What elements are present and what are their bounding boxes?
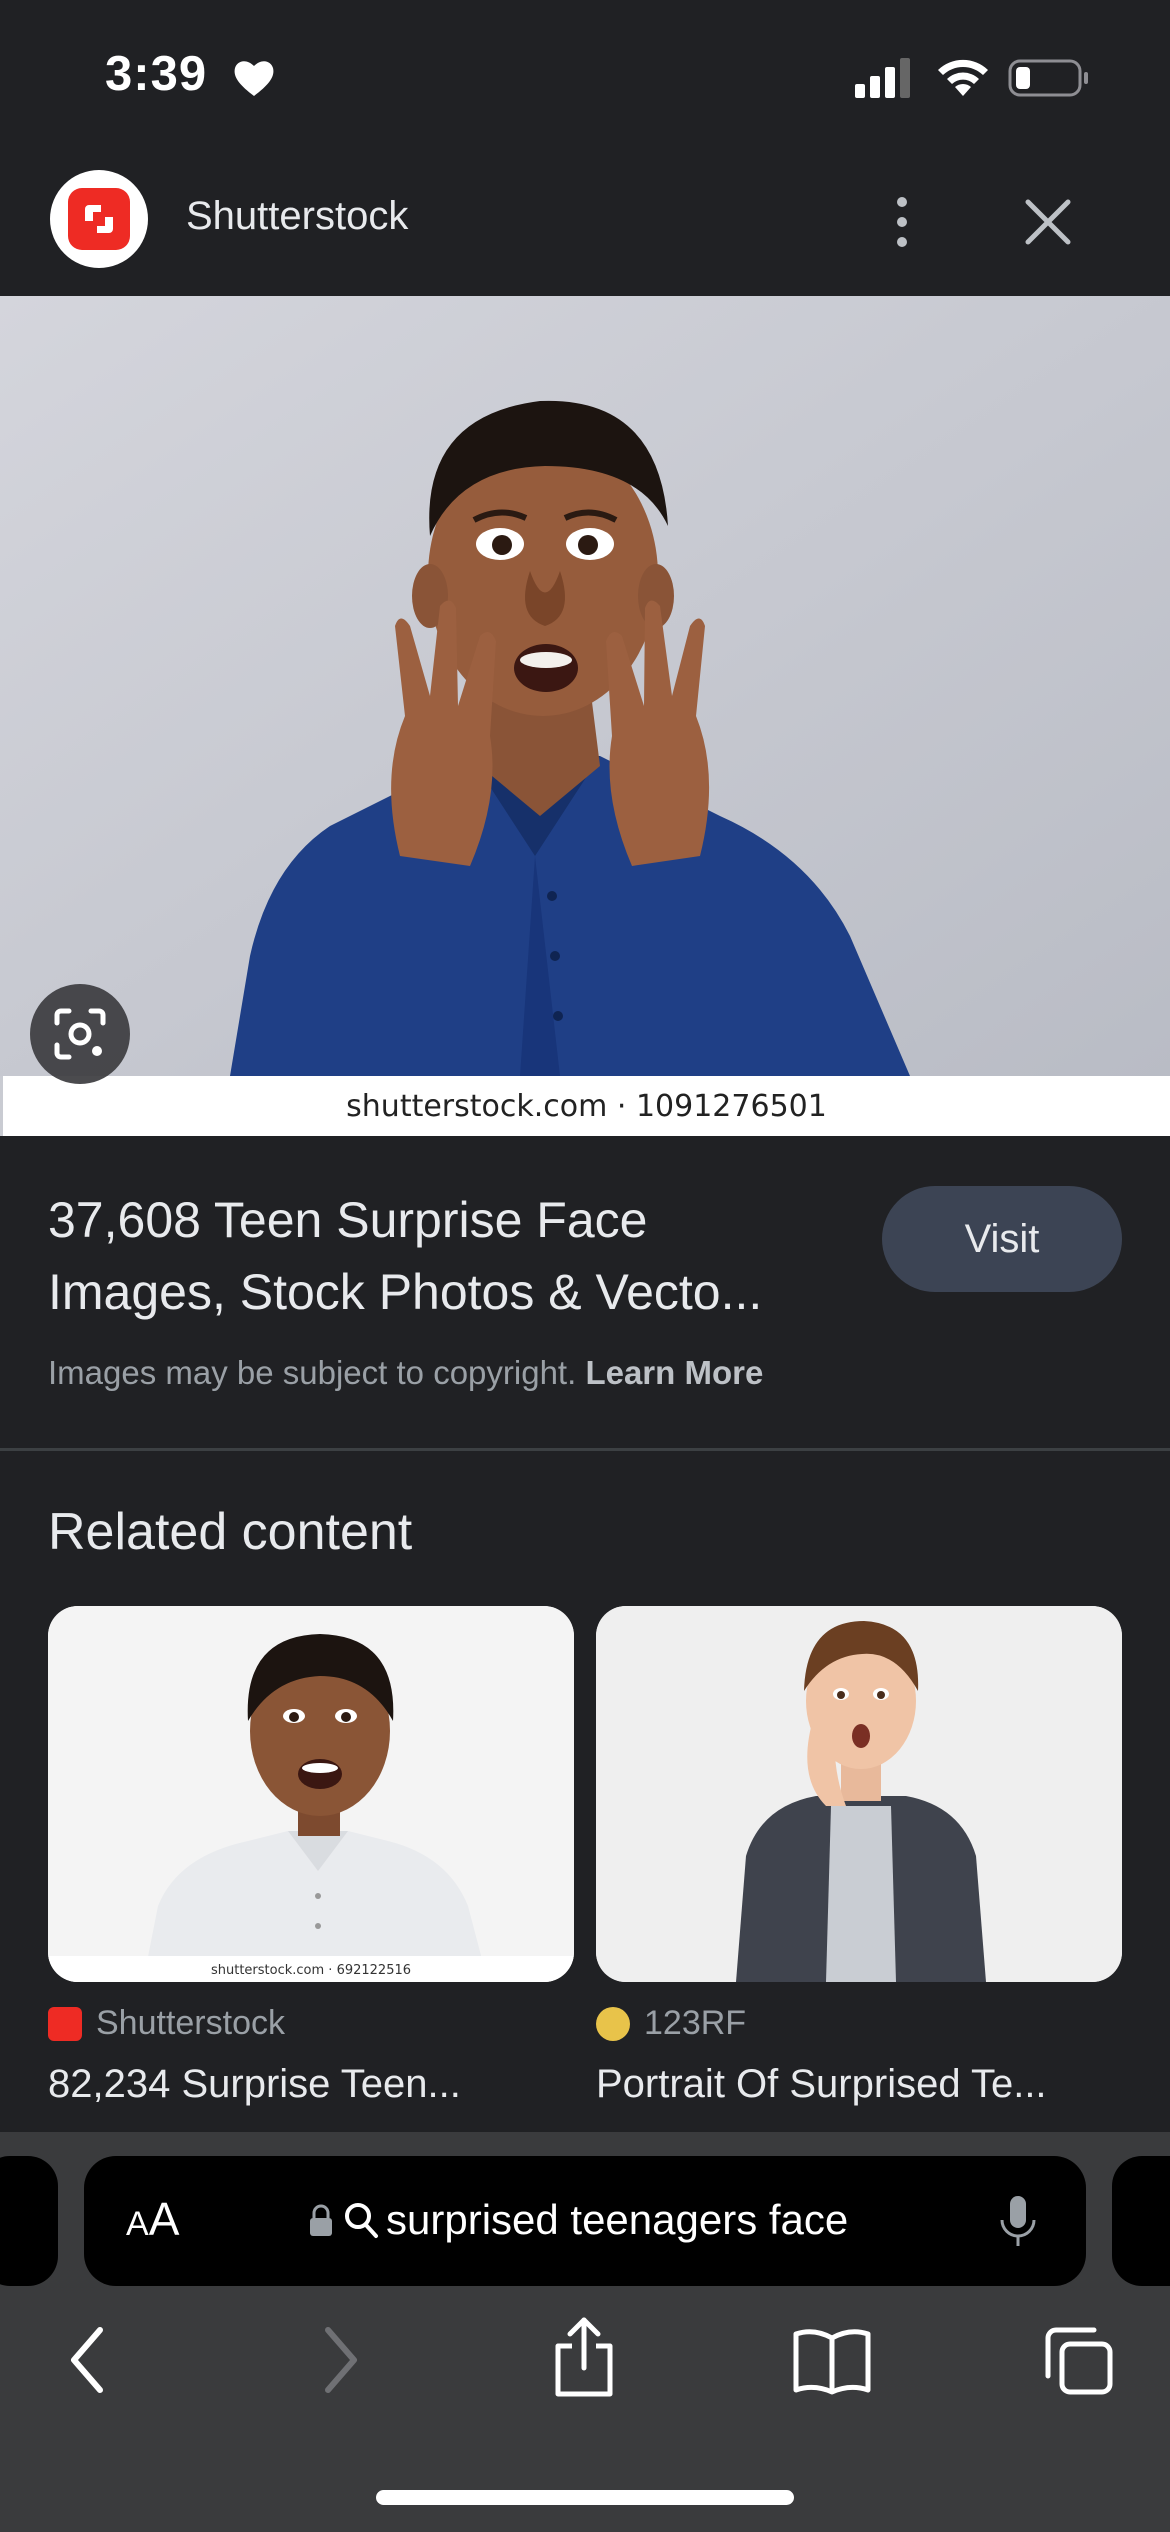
- source-name: 123RF: [644, 2004, 747, 2042]
- lock-icon: [310, 2204, 332, 2236]
- aa-big-label: A: [148, 2193, 180, 2245]
- address-bar[interactable]: AA surprised teenagers face: [84, 2156, 1086, 2286]
- heart-icon: [234, 61, 274, 96]
- watermark-text: shutterstock.com · 1091276501: [346, 1088, 827, 1124]
- 123rf-favicon: [596, 2006, 630, 2041]
- card-source: 123RF: [596, 2004, 746, 2043]
- copyright-text: Images may be subject to copyright.: [48, 1354, 577, 1391]
- shutterstock-favicon: [48, 2006, 82, 2041]
- thumb-watermark: shutterstock.com · 692122516: [211, 1963, 411, 1978]
- more-vertical-icon[interactable]: [880, 192, 924, 252]
- card-source: Shutterstock: [48, 2004, 285, 2043]
- related-thumbnail[interactable]: [596, 1606, 1122, 1982]
- related-photo-2: [596, 1606, 1122, 1982]
- related-photo-1: shutterstock.com · 692122516: [48, 1606, 574, 1982]
- card-caption[interactable]: 82,234 Surprise Teen...: [48, 2062, 574, 2107]
- previous-tab-peek[interactable]: [0, 2156, 58, 2286]
- status-time: 3:39: [105, 47, 208, 101]
- close-icon[interactable]: [1020, 194, 1076, 250]
- result-title-line-1: 37,608 Teen Surprise Face: [48, 1192, 648, 1248]
- result-title-line-2: Images, Stock Photos & Vecto...: [48, 1264, 763, 1320]
- related-card[interactable]: shutterstock.com · 692122516 Shutterstoc…: [48, 1606, 574, 2106]
- related-card[interactable]: 123RF Portrait Of Surprised Te...: [596, 1606, 1122, 2106]
- next-tab-peek[interactable]: [1112, 2156, 1170, 2286]
- learn-more-link[interactable]: Learn More: [585, 1354, 763, 1391]
- site-name[interactable]: Shutterstock: [186, 194, 408, 239]
- status-bar: 3:39: [0, 0, 1170, 150]
- battery-icon: [1008, 59, 1088, 97]
- search-icon: [345, 2203, 378, 2238]
- share-icon[interactable]: [548, 2316, 620, 2400]
- back-icon[interactable]: [62, 2320, 112, 2400]
- related-content-heading: Related content: [48, 1503, 413, 1561]
- lens-search-button[interactable]: [30, 984, 130, 1084]
- wifi-icon: [938, 59, 988, 96]
- visit-button[interactable]: Visit: [882, 1186, 1122, 1292]
- shutterstock-logo-icon[interactable]: [50, 170, 148, 268]
- bookmarks-icon[interactable]: [792, 2326, 872, 2396]
- shutterstock-mark-icon: [85, 205, 113, 233]
- url-search-text[interactable]: surprised teenagers face: [386, 2196, 848, 2244]
- card-caption[interactable]: Portrait Of Surprised Te...: [596, 2062, 1122, 2107]
- aa-small-label: A: [126, 2205, 149, 2243]
- lens-search-icon: [54, 1008, 106, 1060]
- image-watermark: shutterstock.com · 1091276501: [3, 1076, 1170, 1136]
- forward-icon[interactable]: [316, 2320, 366, 2400]
- home-indicator[interactable]: [376, 2490, 794, 2505]
- surprised-teen-photo: [0, 296, 1170, 1076]
- copyright-notice: Images may be subject to copyright. Lear…: [48, 1354, 763, 1392]
- source-name: Shutterstock: [96, 2004, 285, 2042]
- microphone-icon[interactable]: [998, 2194, 1038, 2250]
- result-title[interactable]: 37,608 Teen Surprise Face Images, Stock …: [48, 1184, 868, 1328]
- reader-settings-button[interactable]: AA: [126, 2192, 179, 2246]
- cellular-signal-icon: [855, 58, 910, 98]
- divider: [0, 1448, 1170, 1451]
- main-image[interactable]: shutterstock.com · 1091276501: [0, 296, 1170, 1136]
- related-thumbnail[interactable]: shutterstock.com · 692122516: [48, 1606, 574, 1982]
- tabs-icon[interactable]: [1044, 2326, 1114, 2396]
- viewer-header: Shutterstock: [0, 150, 1170, 296]
